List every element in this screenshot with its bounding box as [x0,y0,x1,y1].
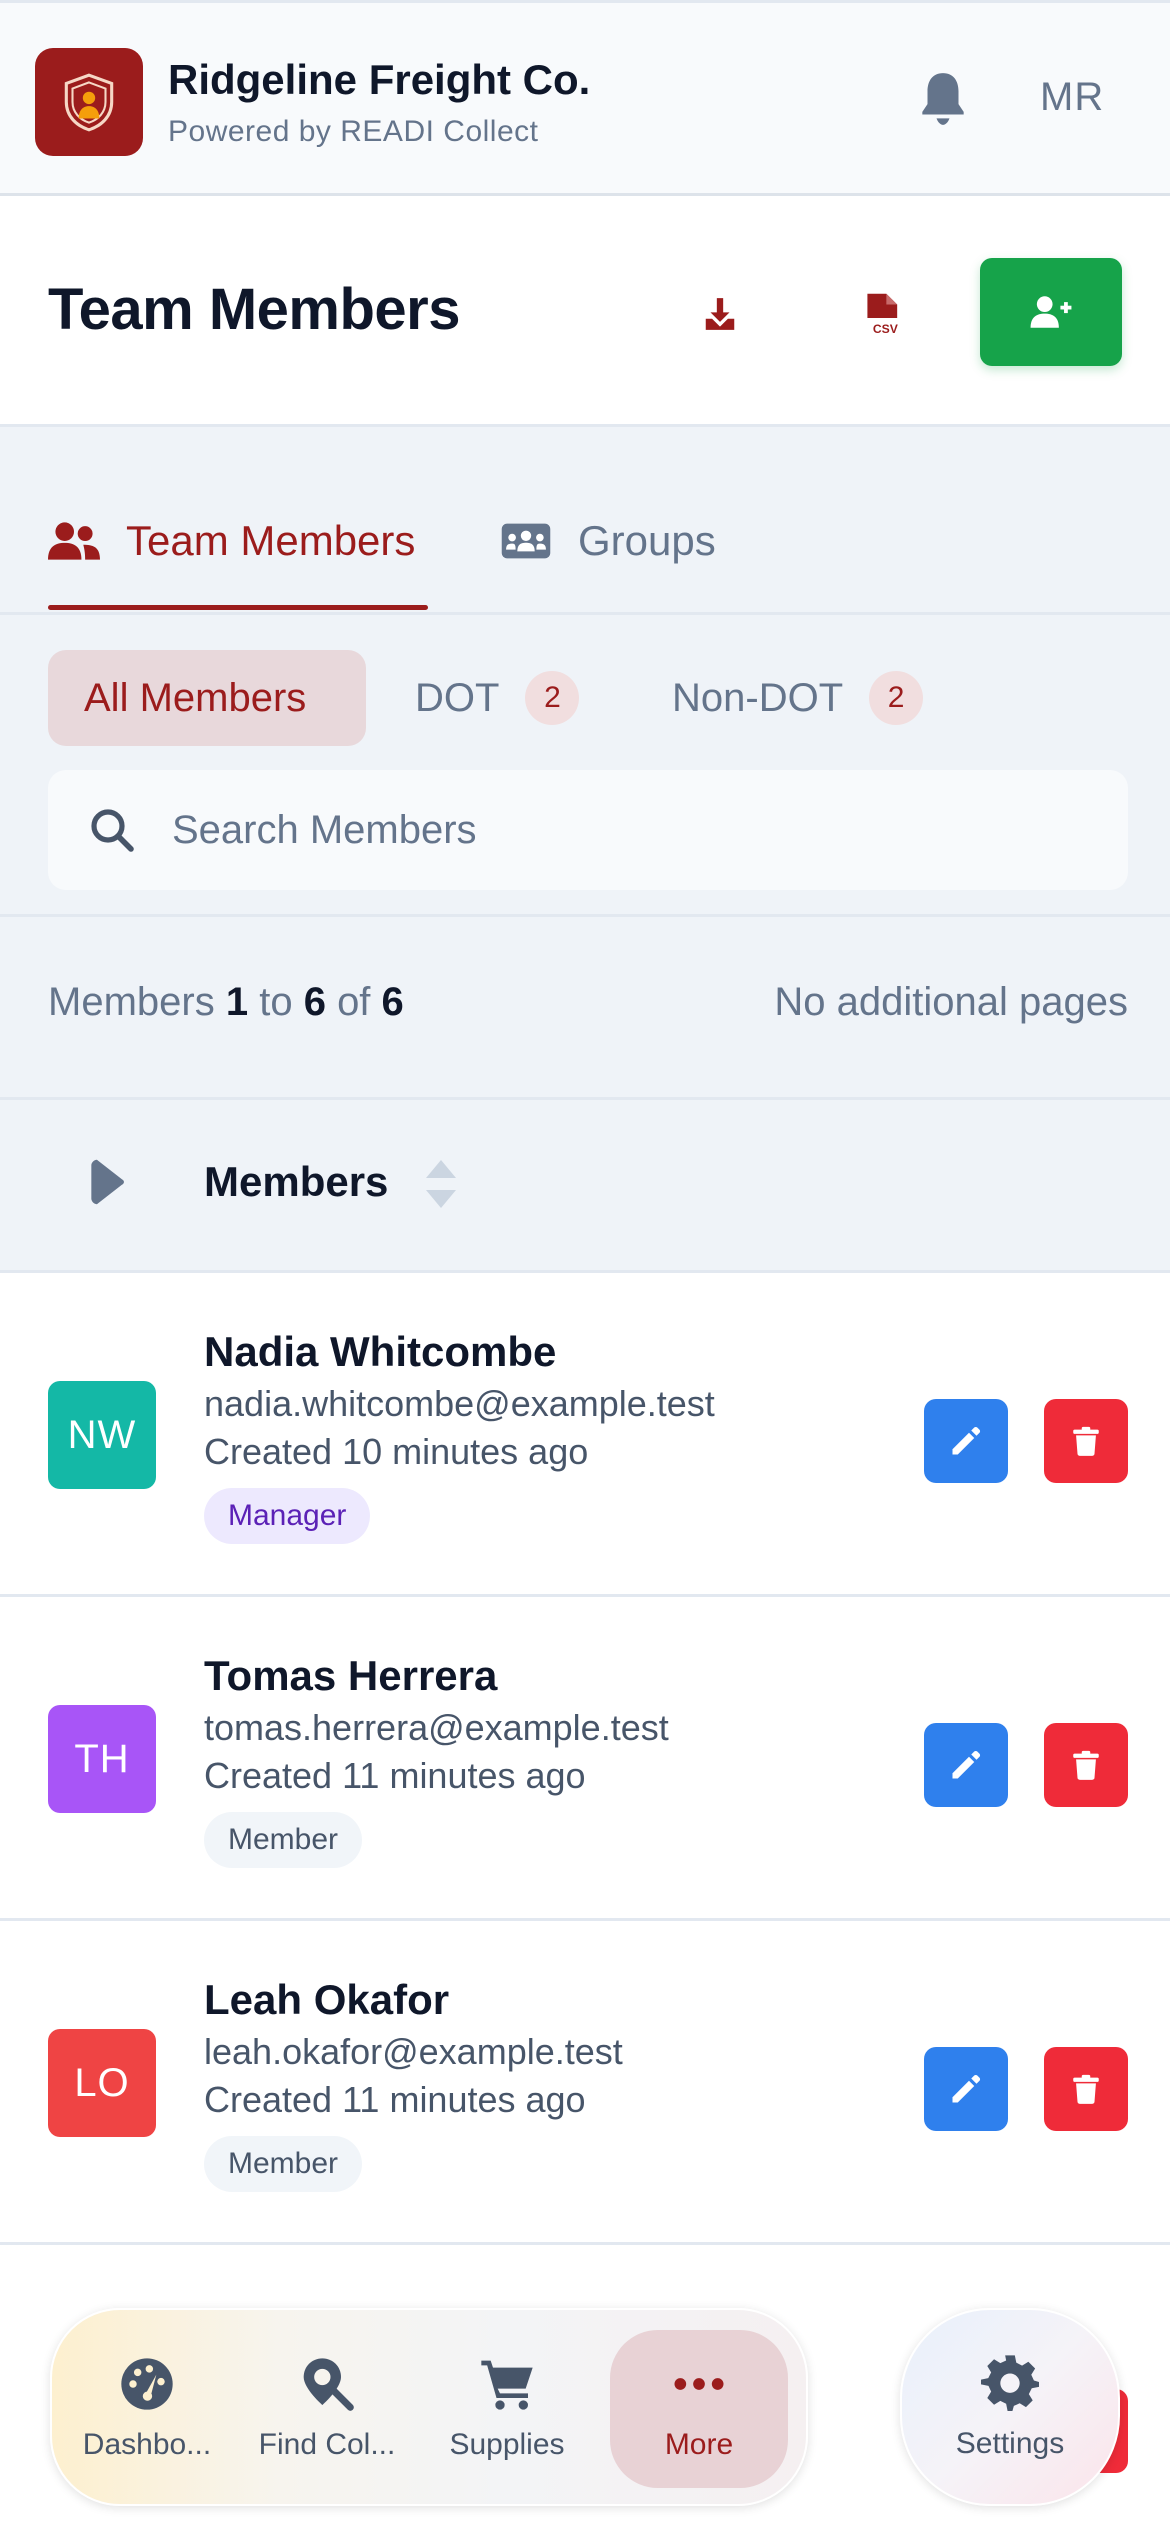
delete-button[interactable] [1044,2047,1128,2131]
role-badge: Member [204,1812,363,1868]
tab-team-members[interactable]: Team Members [48,517,415,603]
pagination-summary: Members 1 to 6 of 6 [48,980,404,1025]
pager-to-word: to [259,980,293,1024]
active-tab-indicator [48,605,428,610]
notifications-bell-icon[interactable] [912,67,974,131]
role-badge: Manager [204,1488,371,1544]
page-header: Team Members CSV [0,196,1170,427]
pagination-note: No additional pages [774,980,1128,1024]
user-avatar[interactable]: MR [1040,75,1104,120]
tab-label: Team Members [126,517,416,564]
count-badge: 2 [869,671,924,725]
edit-button[interactable] [924,1399,1008,1483]
sort-icon[interactable] [426,1160,456,1208]
filter-label: All Members [84,675,307,720]
download-icon [705,298,735,330]
pencil-icon [952,1426,981,1455]
dock-label: Find Col... [258,2428,396,2461]
list-item: NW Nadia Whitcombe nadia.whitcombe@examp… [0,1273,1170,1597]
pager-total: 6 [381,980,404,1024]
pager-of-word: of [337,980,371,1024]
filter-label: DOT [415,675,500,720]
member-avatar: LO [48,2029,156,2137]
settings-button[interactable]: Settings [900,2308,1120,2506]
settings-label: Settings [955,2427,1065,2460]
search-icon [91,809,134,852]
delete-button[interactable] [1044,1399,1128,1483]
member-name: Tomas Herrera [204,1652,498,1699]
map-search-icon [303,2358,354,2411]
dock-label: Supplies [449,2428,565,2461]
pencil-icon [952,1750,981,1779]
member-created: Created 10 minutes ago [204,1431,589,1472]
list-item: TH Tomas Herrera tomas.herrera@example.t… [0,1597,1170,1921]
dock-item-more[interactable]: More [610,2330,788,2488]
csv-file-icon: CSV [867,293,899,336]
list-header: Members [0,1100,1170,1270]
group-icon [501,523,551,559]
app-header: Ridgeline Freight Co. Powered by READI C… [0,0,1170,196]
pencil-icon [952,2074,981,2103]
member-email: nadia.whitcombe@example.test [204,1383,715,1424]
member-avatar: TH [48,1705,156,1813]
filter-all-members[interactable]: All Members [48,650,366,746]
filter-dot[interactable]: DOT 2 [415,650,580,746]
company-logo[interactable] [35,48,143,156]
trash-icon [1073,1750,1099,1780]
members-column-title[interactable]: Members [204,1158,388,1206]
user-plus-icon [1030,296,1072,328]
more-dots-icon [674,2378,724,2390]
dock-label: More [664,2428,734,2461]
member-created: Created 11 minutes ago [204,2079,586,2120]
trash-icon [1073,2074,1099,2104]
dashboard-gauge-icon [121,2358,173,2410]
member-name: Leah Okafor [204,1976,450,2023]
expand-caret-icon[interactable] [90,1157,126,1207]
download-button[interactable] [690,284,750,344]
member-name: Nadia Whitcombe [204,1328,557,1375]
search-input[interactable] [172,807,1072,853]
role-badge: Member [204,2136,363,2192]
gear-icon [981,2355,1039,2411]
pager-to: 6 [303,980,326,1024]
edit-button[interactable] [924,2047,1008,2131]
page-title: Team Members [48,277,460,342]
pager-from: 1 [225,980,249,1024]
tab-label: Groups [578,517,716,564]
export-csv-button[interactable]: CSV [855,284,915,344]
delete-button[interactable] [1044,1723,1128,1807]
shield-logo-icon [64,73,114,132]
tab-groups[interactable]: Groups [500,517,716,603]
cart-icon [481,2360,533,2410]
powered-by: Powered by READI Collect [168,115,539,148]
filter-label: Non-DOT [672,675,844,720]
dock-item-supplies[interactable]: Supplies [422,2310,592,2508]
count-badge: 2 [525,671,580,725]
users-icon [48,522,100,560]
svg-text:CSV: CSV [873,322,899,336]
dock-item-dashboard[interactable]: Dashbo... [62,2310,232,2508]
trash-icon [1073,1426,1099,1456]
view-tabs: Team Members Groups [0,427,1170,615]
list-item: LO Leah Okafor leah.okafor@example.test … [0,1921,1170,2245]
pager-prefix: Members [48,980,215,1024]
search-bar [48,770,1128,890]
member-email: tomas.herrera@example.test [204,1707,669,1748]
member-created: Created 11 minutes ago [204,1755,586,1796]
filter-non-dot[interactable]: Non-DOT 2 [672,650,924,746]
add-member-button[interactable] [980,258,1122,366]
dock-item-find-collection[interactable]: Find Col... [242,2310,412,2508]
member-email: leah.okafor@example.test [204,2031,623,2072]
member-avatar: NW [48,1381,156,1489]
dock-label: Dashbo... [82,2428,212,2461]
bottom-dock: Dashbo... Find Col... Supplies More [50,2308,808,2506]
divider [0,914,1170,917]
company-name: Ridgeline Freight Co. [168,56,591,103]
edit-button[interactable] [924,1723,1008,1807]
